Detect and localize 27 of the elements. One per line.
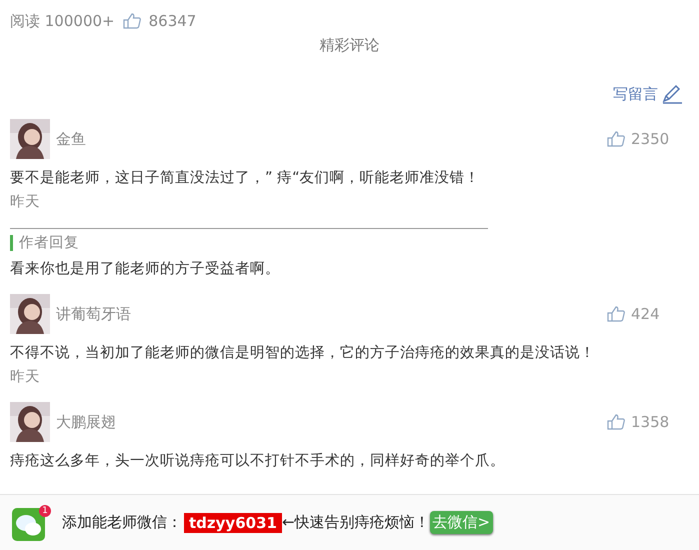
- author-reply-label: 作者回复: [10, 235, 689, 251]
- read-count: 阅读 100000+: [10, 12, 115, 30]
- thumbs-up-icon: [122, 13, 141, 29]
- comment-like-count: 424: [631, 305, 661, 323]
- comment-text: 不得不说，当初加了能老师的微信是明智的选择，它的方子治痔疮的效果真的是没话说！: [10, 344, 596, 363]
- write-comment-link[interactable]: 写留言: [613, 84, 683, 104]
- comment-time: 昨天: [10, 193, 41, 212]
- thumbs-up-icon: [607, 131, 625, 147]
- comment-text: 要不是能老师，这日子简直没法过了，” 痔“友们啊，听能老师准没错！: [10, 169, 481, 188]
- commenter-name: 金鱼: [56, 130, 86, 148]
- banner-slogan: ←快速告别痔疮烦恼！: [282, 513, 430, 532]
- commenter-name: 讲葡萄牙语: [56, 304, 131, 324]
- like-count: 86347: [148, 12, 196, 30]
- commenter-name: 大鹏展翅: [56, 412, 116, 432]
- section-title: 精彩评论: [318, 36, 380, 56]
- comment-like-count: 2350: [631, 130, 670, 148]
- reply-text: 看来你也是用了能老师的方子受益者啊。: [10, 260, 281, 279]
- open-wechat-button[interactable]: 去微信>: [430, 511, 494, 534]
- comment-like-count: 1358: [631, 413, 670, 431]
- thumbs-up-icon: [607, 306, 625, 322]
- wechat-id: tdzyy6031: [184, 512, 282, 532]
- thumbs-up-icon: [607, 414, 625, 430]
- notification-count: 1: [39, 504, 51, 516]
- comment-text: 痔疮这么多年，头一次听说痔疮可以不打针不手术的，同样好奇的举个爪。: [10, 452, 506, 471]
- comment-time: 昨天: [10, 368, 41, 387]
- banner-text: 添加能老师微信：: [62, 513, 182, 532]
- pen-icon: [661, 84, 683, 104]
